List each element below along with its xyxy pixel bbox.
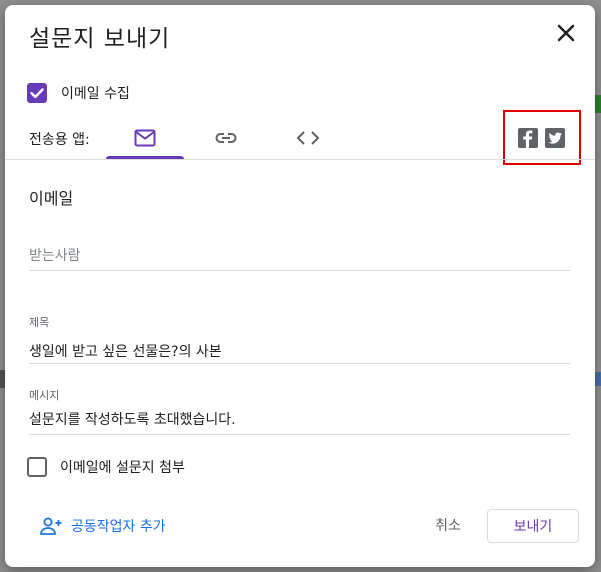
code-icon <box>296 131 320 145</box>
send-button[interactable]: 보내기 <box>487 509 579 543</box>
tab-divider <box>5 159 595 160</box>
email-section-heading: 이메일 <box>29 189 74 208</box>
message-label: 메시지 <box>29 389 60 402</box>
attach-form-label: 이메일에 설문지 첨부 <box>60 460 185 476</box>
subject-label: 제목 <box>29 316 50 329</box>
tab-email[interactable] <box>106 117 184 159</box>
tab-link[interactable] <box>187 117 265 159</box>
collect-email-label: 이메일 수집 <box>61 86 130 102</box>
collect-email-row: 이메일 수집 <box>27 81 130 105</box>
mail-icon <box>134 129 156 147</box>
tab-embed[interactable] <box>269 117 347 159</box>
background-strip <box>595 372 601 386</box>
subject-value: 생일에 받고 싶은 선물은?의 사본 <box>29 344 222 360</box>
add-collaborators-label: 공동작업자 추가 <box>71 519 166 535</box>
message-value: 설문지를 작성하도록 초대했습니다. <box>29 412 236 428</box>
send-via-label: 전송용 앱: <box>29 132 90 148</box>
send-form-dialog: 설문지 보내기 이메일 수집 전송용 앱: 이메일 받는사람 제목 생일에 받고… <box>5 5 595 567</box>
cancel-button[interactable]: 취소 <box>421 511 475 539</box>
attach-form-row: 이메일에 설문지 첨부 <box>27 457 185 477</box>
add-collaborators-button[interactable]: 공동작업자 추가 <box>39 516 166 536</box>
subject-field[interactable]: 생일에 받고 싶은 선물은?의 사본 <box>29 341 570 364</box>
add-person-icon <box>40 517 62 535</box>
close-button[interactable] <box>553 20 579 46</box>
attach-form-checkbox[interactable] <box>27 457 47 477</box>
recipients-field[interactable]: 받는사람 <box>29 245 570 271</box>
link-icon <box>215 133 237 143</box>
close-icon <box>557 24 575 42</box>
collect-email-checkbox[interactable] <box>27 83 47 103</box>
checkmark-icon <box>30 88 44 99</box>
recipients-placeholder: 받는사람 <box>29 248 81 264</box>
background-strip <box>595 95 601 113</box>
social-share-highlight <box>503 110 581 165</box>
message-field[interactable]: 설문지를 작성하도록 초대했습니다. <box>29 409 570 435</box>
dialog-title: 설문지 보내기 <box>29 26 171 52</box>
